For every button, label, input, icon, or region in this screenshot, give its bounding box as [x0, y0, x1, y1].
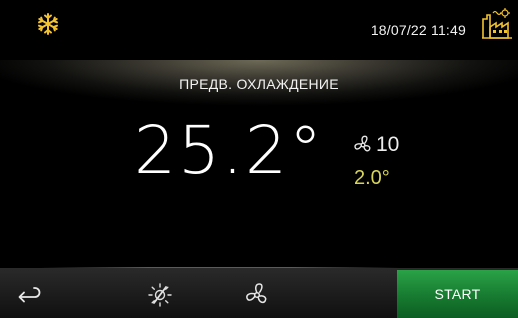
back-arrow-icon[interactable]	[14, 283, 42, 307]
mode-title: ПРЕДВ. ОХЛАЖДЕНИЕ	[179, 76, 339, 92]
snowflake-icon	[38, 13, 58, 35]
fan-speed-value: 10	[376, 133, 400, 156]
bottom-divider	[40, 267, 400, 268]
start-button[interactable]: START	[397, 270, 518, 318]
defrost-off-icon[interactable]	[146, 281, 174, 309]
factory-icon[interactable]	[480, 7, 514, 41]
fan-button-icon[interactable]	[243, 281, 271, 309]
temperature-reading: 25.2°	[134, 112, 324, 189]
fan-icon	[354, 135, 371, 152]
datetime-label: 18/07/22 11:49	[370, 22, 466, 38]
differential-value: 2.0°	[354, 167, 390, 189]
